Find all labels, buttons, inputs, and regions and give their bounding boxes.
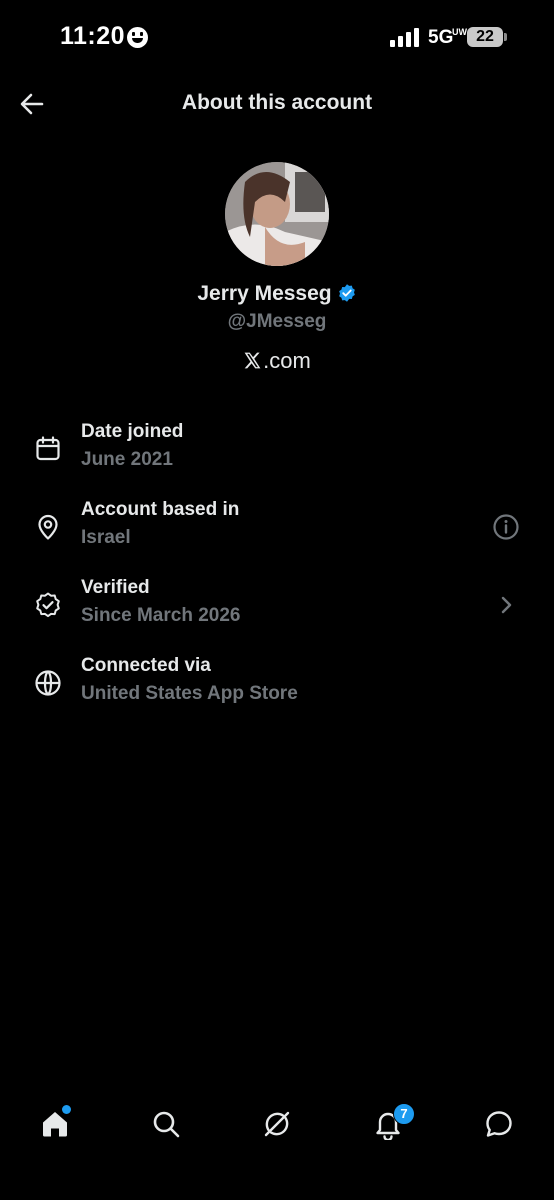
connected-via-item: Connected via United States App Store (0, 655, 554, 717)
verified-label: Verified (81, 577, 150, 598)
status-bar: 11:20 5G UW 22 (0, 0, 554, 76)
search-icon (153, 1111, 180, 1138)
display-name: Jerry Messeg (197, 282, 332, 305)
nav-search[interactable] (150, 1108, 182, 1140)
display-name-row: Jerry Messeg (0, 282, 554, 306)
globe-icon (35, 670, 61, 696)
verified-value: Since March 2026 (81, 605, 241, 626)
username: @JMesseg (227, 311, 327, 332)
chevron-right-icon[interactable] (492, 591, 520, 619)
nav-grok[interactable] (261, 1108, 293, 1140)
verified-badge-outline-icon (36, 592, 60, 618)
grok-icon (264, 1111, 290, 1137)
info-icon[interactable] (492, 513, 520, 541)
status-time: 11:20 (60, 22, 126, 50)
connected-via-label: Connected via (81, 655, 211, 676)
battery-icon (504, 33, 507, 41)
network-subtype: UW (452, 27, 467, 37)
connected-via-value: United States App Store (81, 683, 298, 704)
messages-icon (486, 1111, 512, 1137)
date-joined-item: Date joined June 2021 (0, 421, 554, 483)
verified-badge-icon (338, 284, 355, 302)
nav-messages[interactable] (483, 1108, 515, 1140)
signal-strength-icon (390, 28, 420, 47)
battery-level: 22 (467, 27, 503, 47)
page-title: About this account (181, 91, 373, 114)
smiley-icon (127, 27, 148, 48)
account-based-in-item: Account based in Israel (0, 499, 554, 561)
network-type: 5G (428, 27, 454, 48)
date-joined-label: Date joined (81, 421, 184, 442)
calendar-icon (36, 436, 60, 461)
location-pin-icon (38, 514, 58, 540)
notification-count-badge: 7 (393, 1103, 415, 1125)
platform-row: .com (0, 348, 554, 374)
verified-item[interactable]: Verified Since March 2026 (0, 577, 554, 639)
bottom-nav: 7 (0, 1090, 554, 1160)
account-based-in-value: Israel (81, 527, 131, 548)
avatar (225, 162, 329, 266)
x-logo-icon (244, 352, 261, 369)
account-based-in-label: Account based in (81, 499, 240, 520)
home-unread-dot (62, 1105, 71, 1114)
date-joined-value: June 2021 (81, 449, 173, 470)
platform-domain: .com (263, 348, 311, 373)
profile-photo (225, 162, 329, 266)
